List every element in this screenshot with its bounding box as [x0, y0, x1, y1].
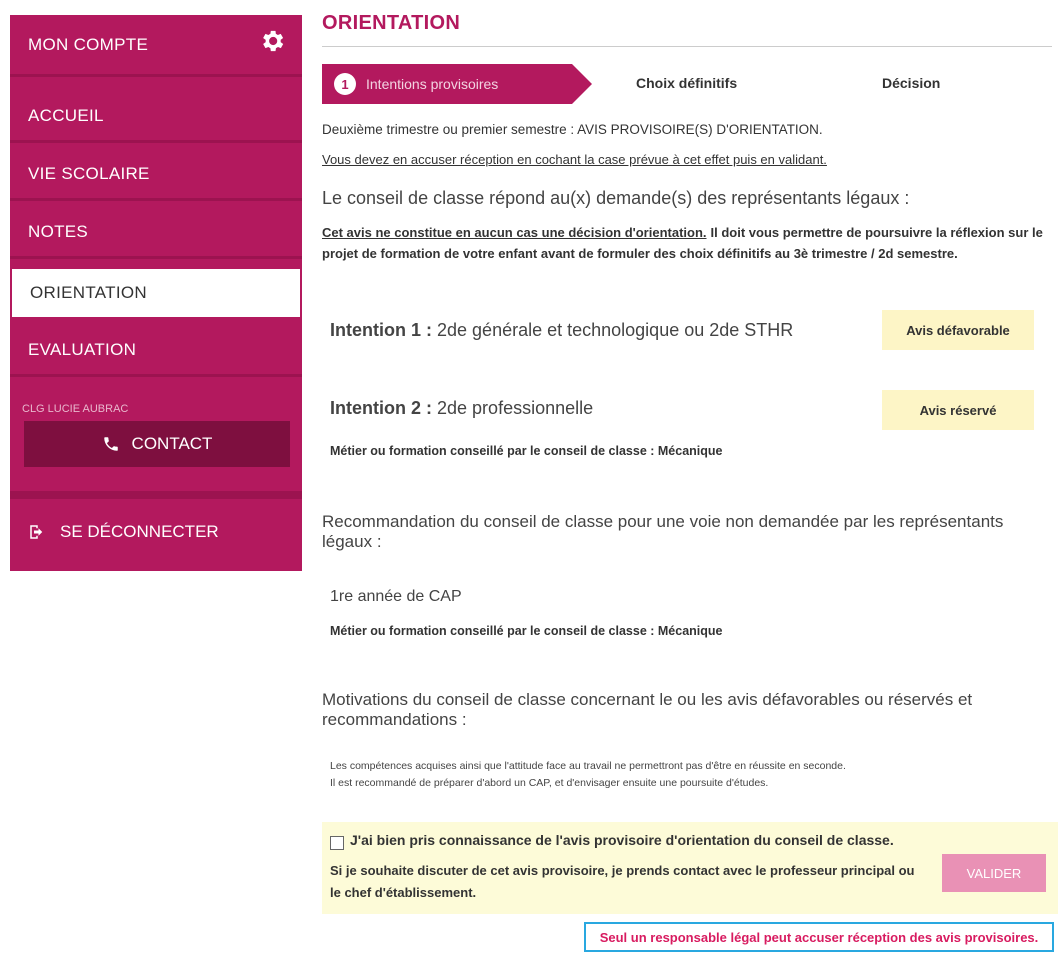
sidebar-item-label: NOTES	[28, 221, 89, 241]
step-intentions-provisoires[interactable]: 1 Intentions provisoires	[322, 64, 592, 104]
motivation-line: Il est recommandé de préparer d'abord un…	[330, 777, 769, 789]
acknowledge-desc: Si je souhaite discuter de cet avis prov…	[330, 860, 920, 904]
gear-icon[interactable]	[258, 27, 286, 55]
school-name: CLG LUCIE AUBRAC	[22, 403, 129, 415]
divider	[322, 46, 1052, 47]
sidebar-item-accueil[interactable]: ACCUEIL	[10, 91, 302, 143]
heading-line: recommandations :	[322, 710, 467, 729]
intention-text: 2de générale et technologique ou 2de STH…	[437, 320, 794, 340]
sidebar-item-vie-scolaire[interactable]: VIE SCOLAIRE	[10, 149, 302, 201]
avis-badge: Avis réservé	[882, 390, 1034, 430]
intention-prefix: Intention 2 :	[330, 398, 432, 418]
step-decision[interactable]: Décision	[882, 75, 940, 91]
motivations-heading: Motivations du conseil de classe concern…	[322, 690, 972, 730]
responsable-note: Seul un responsable légal peut accuser r…	[584, 922, 1054, 952]
sidebar-item-label: MON COMPTE	[28, 34, 149, 54]
sidebar-item-notes[interactable]: NOTES	[10, 207, 302, 259]
metier-conseille: Métier ou formation conseillé par le con…	[330, 444, 723, 458]
contact-label: CONTACT	[131, 434, 213, 453]
desc-line: Si je souhaite discuter de cet avis prov…	[330, 863, 915, 878]
sidebar: MON COMPTE ACCUEIL VIE SCOLAIRE NOTES OR…	[10, 15, 302, 571]
desc-line: le chef d'établissement.	[330, 885, 477, 900]
acknowledge-checkbox[interactable]	[330, 836, 344, 850]
sidebar-item-label: VIE SCOLAIRE	[28, 163, 150, 183]
phone-icon	[103, 437, 118, 451]
orientation-stepper: 1 Intentions provisoires Choix définitif…	[322, 64, 1058, 104]
section-heading: Le conseil de classe répond au(x) demand…	[322, 188, 910, 208]
school-block: CLG LUCIE AUBRAC CONTACT	[10, 397, 302, 487]
recommendation-heading: Recommandation du conseil de classe pour…	[322, 512, 1003, 552]
acknowledge-panel: J'ai bien pris connaissance de l'avis pr…	[322, 822, 1058, 914]
heading-line: légaux :	[322, 532, 382, 551]
main-content: ORIENTATION 1 Intentions provisoires Cho…	[322, 0, 1058, 955]
motivations-text: Les compétences acquises ainsi que l'att…	[330, 758, 846, 792]
heading-line: Recommandation du conseil de classe pour…	[322, 512, 1004, 531]
intention-text: 2de professionnelle	[437, 398, 594, 418]
motivation-line: Les compétences acquises ainsi que l'att…	[330, 760, 846, 772]
sidebar-item-mon-compte[interactable]: MON COMPTE	[10, 15, 302, 77]
logout-icon	[30, 525, 43, 539]
sidebar-item-orientation[interactable]: ORIENTATION	[10, 267, 302, 319]
ack-instruction: Vous devez en accuser réception en cocha…	[322, 152, 827, 167]
acknowledge-title: J'ai bien pris connaissance de l'avis pr…	[350, 832, 894, 848]
heading-line: Motivations du conseil de classe concern…	[322, 690, 973, 709]
logout-button[interactable]: SE DÉCONNECTER	[10, 503, 302, 561]
sidebar-item-evaluation[interactable]: EVALUATION	[10, 325, 302, 377]
step-label: Intentions provisoires	[366, 76, 499, 92]
contact-button[interactable]: CONTACT	[24, 421, 290, 467]
intention-1: Intention 1 : 2de générale et technologi…	[330, 320, 793, 341]
divider	[10, 491, 302, 499]
phase-subtitle: Deuxième trimestre ou premier semestre :…	[322, 122, 823, 137]
sidebar-item-label: ORIENTATION	[30, 283, 147, 302]
step-number: 1	[334, 73, 356, 95]
sidebar-item-label: ACCUEIL	[28, 105, 104, 125]
metier-conseille: Métier ou formation conseillé par le con…	[330, 624, 723, 638]
valider-button[interactable]: VALIDER	[942, 854, 1046, 892]
step-choix-definitifs[interactable]: Choix définitifs	[636, 75, 737, 91]
sidebar-item-label: EVALUATION	[28, 339, 137, 359]
logout-label: SE DÉCONNECTER	[60, 522, 219, 541]
avis-badge: Avis défavorable	[882, 310, 1034, 350]
warning-underlined: Cet avis ne constitue en aucun cas une d…	[322, 225, 707, 240]
warning-text: Cet avis ne constitue en aucun cas une d…	[322, 222, 1058, 264]
intention-2: Intention 2 : 2de professionnelle	[330, 398, 593, 419]
recommendation-value: 1re année de CAP	[330, 588, 462, 605]
page-title: ORIENTATION	[322, 12, 461, 34]
intention-prefix: Intention 1 :	[330, 320, 432, 340]
